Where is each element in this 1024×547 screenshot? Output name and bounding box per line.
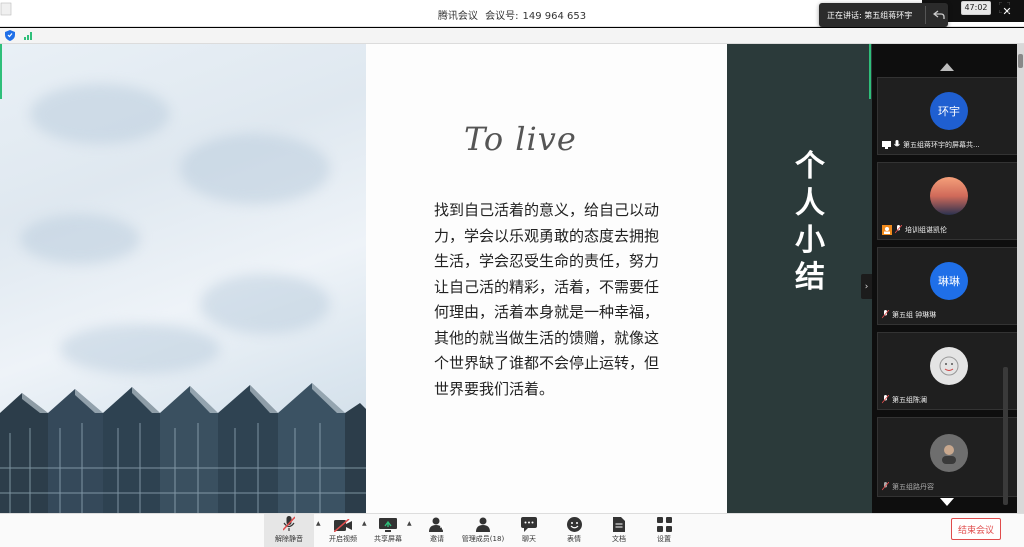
meeting-toolbar <box>0 513 1024 547</box>
documents-button[interactable]: 文档 <box>606 514 632 547</box>
participant-tile[interactable]: 琳琳 第五组 钟琳琳 <box>877 247 1018 325</box>
return-icon[interactable] <box>930 10 948 20</box>
invite-button[interactable]: 邀请 <box>424 514 450 547</box>
participant-name-row: 第五组路丹容 <box>882 481 934 492</box>
share-screen-button[interactable]: 共享屏幕 <box>371 514 405 547</box>
window-scrollbar-thumb[interactable] <box>1018 54 1023 68</box>
settings-label: 设置 <box>657 535 671 543</box>
speaking-label: 正在讲话: 第五组蒋环宇 <box>827 10 913 20</box>
document-icon <box>613 517 625 532</box>
unmute-label: 解除静音 <box>275 535 303 543</box>
window-scrollbar[interactable] <box>1017 44 1024 513</box>
end-meeting-button[interactable]: 结束会议 <box>951 518 1001 540</box>
manage-members-label: 管理成员(18) <box>461 535 505 543</box>
person-photo-icon <box>942 445 956 464</box>
participant-tile[interactable]: 环宇 第五组蒋环宇的屏幕共... <box>877 77 1018 155</box>
slide-accent-right <box>869 44 871 99</box>
video-off-icon <box>334 519 352 532</box>
participant-name: 第五组陈澜 <box>892 395 927 404</box>
slide-side-title: 个人小结 <box>795 149 825 295</box>
participant-tile[interactable]: 第五组路丹容 <box>877 417 1018 497</box>
documents-label: 文档 <box>612 535 626 543</box>
invite-icon <box>429 517 445 532</box>
share-options-caret-icon[interactable]: ▲ <box>407 520 412 527</box>
status-strip <box>0 28 1024 44</box>
participant-tile[interactable]: 第五组陈澜 <box>877 332 1018 410</box>
unmute-button[interactable]: 解除静音 <box>264 514 314 547</box>
slide-accent-left <box>0 44 2 99</box>
video-options-caret-icon[interactable]: ▲ <box>362 520 367 527</box>
reactions-label: 表情 <box>567 535 581 543</box>
doodle-face-icon <box>939 356 959 376</box>
screen-share-icon <box>882 140 891 149</box>
avatar <box>930 177 968 215</box>
participant-name-row: 第五组 钟琳琳 <box>882 309 936 320</box>
avatar: 环宇 <box>930 92 968 130</box>
slide-body-text: 找到自己活着的意义，给自己以动力，学会以乐观勇敢的态度去拥抱生活，学会忍受生命的… <box>434 201 660 398</box>
scroll-up-icon[interactable] <box>940 63 954 71</box>
reactions-button[interactable]: 表情 <box>561 514 587 547</box>
muted-microphone-icon <box>882 310 889 319</box>
speaking-indicator: 正在讲话: 第五组蒋环宇 <box>819 3 948 27</box>
participant-name: 培训组谌凯伦 <box>905 225 947 234</box>
meeting-id: 149 964 653 <box>522 11 587 22</box>
share-screen-label: 共享屏幕 <box>374 535 402 543</box>
slide-photo <box>0 44 366 513</box>
host-icon <box>882 224 892 235</box>
participant-tile[interactable]: 培训组谌凯伦 <box>877 162 1018 240</box>
participant-name-row: 培训组谌凯伦 <box>882 224 947 235</box>
participant-name: 第五组 钟琳琳 <box>892 310 937 319</box>
members-icon <box>476 517 490 532</box>
emoji-icon <box>566 517 582 532</box>
slide-title: To live <box>464 120 577 158</box>
building-illustration <box>0 383 366 513</box>
toast-divider <box>925 6 927 24</box>
settings-grid-icon <box>656 517 672 532</box>
muted-microphone-icon <box>895 225 902 234</box>
manage-members-button[interactable]: 管理成员(18) <box>460 514 506 547</box>
start-video-label: 开启视频 <box>329 535 357 543</box>
collapse-panel-icon[interactable]: › <box>861 274 872 299</box>
muted-microphone-icon <box>283 516 295 531</box>
shield-icon[interactable] <box>5 30 15 41</box>
microphone-icon <box>894 140 900 147</box>
avatar <box>930 347 968 385</box>
panel-scrollbar[interactable] <box>1003 367 1008 505</box>
scroll-down-icon[interactable] <box>940 498 954 506</box>
share-screen-icon <box>379 518 397 532</box>
fullscreen-icon[interactable] <box>999 2 1010 13</box>
start-video-button[interactable]: 开启视频 <box>325 514 361 547</box>
chat-button[interactable]: 聊天 <box>516 514 542 547</box>
settings-button[interactable]: 设置 <box>651 514 677 547</box>
participant-name: 第五组蒋环宇的屏幕共... <box>903 140 980 149</box>
participant-name: 第五组路丹容 <box>892 482 934 491</box>
meeting-timer: 47:02 <box>961 1 991 15</box>
avatar <box>930 434 968 472</box>
avatar: 琳琳 <box>930 262 968 300</box>
signal-icon[interactable] <box>24 31 34 40</box>
chat-label: 聊天 <box>522 535 536 543</box>
app-name: 腾讯会议 <box>437 11 478 22</box>
muted-microphone-icon <box>882 395 889 404</box>
chat-icon <box>521 517 537 532</box>
meeting-id-label: 会议号: <box>485 11 519 22</box>
invite-label: 邀请 <box>430 535 444 543</box>
participant-name-row: 第五组陈澜 <box>882 394 927 405</box>
muted-microphone-icon <box>882 482 889 491</box>
audio-options-caret-icon[interactable]: ▲ <box>316 520 321 527</box>
participant-name-row: 第五组蒋环宇的屏幕共... <box>882 139 980 150</box>
